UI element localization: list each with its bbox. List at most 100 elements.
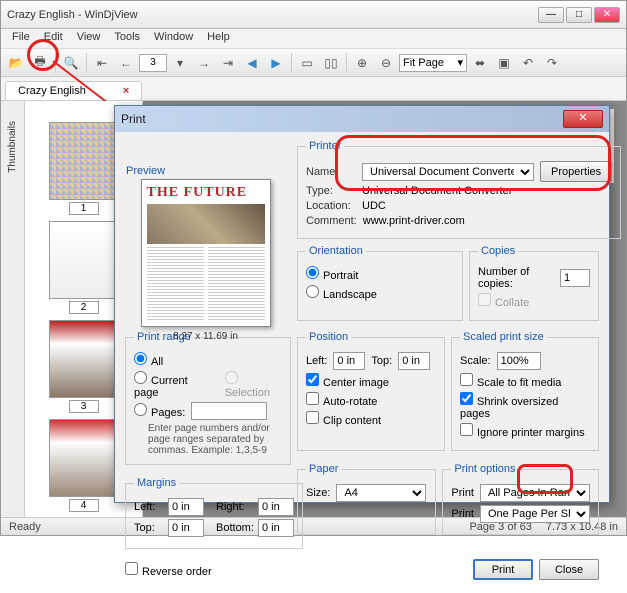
properties-button[interactable]: Properties <box>540 161 612 182</box>
separator <box>291 53 292 73</box>
margin-right-label: Right: <box>216 501 252 513</box>
scale-input[interactable] <box>497 352 541 370</box>
tab-close-icon[interactable]: × <box>123 85 129 97</box>
printer-comment-value: www.print-driver.com <box>363 215 465 227</box>
thumbnail-2[interactable] <box>49 221 119 299</box>
nav-back-icon[interactable]: ◀ <box>241 52 263 74</box>
zoom-value: Fit Page <box>403 57 444 69</box>
menu-window[interactable]: Window <box>147 29 200 48</box>
position-legend: Position <box>306 331 351 343</box>
collate-checkbox[interactable]: Collate <box>478 293 529 309</box>
printer-name-select[interactable]: Universal Document Converter <box>362 163 534 181</box>
menu-file[interactable]: File <box>5 29 37 48</box>
fit-page-icon[interactable]: ▣ <box>493 52 515 74</box>
thumbnail-4[interactable] <box>49 419 119 497</box>
printer-location-value: UDC <box>362 200 386 212</box>
thumb-num-2: 2 <box>69 301 99 314</box>
popt-legend: Print options <box>451 463 518 475</box>
print-which-select[interactable]: All Pages In Range <box>480 484 590 502</box>
scaled-legend: Scaled print size <box>460 331 547 343</box>
window-titlebar: Crazy English - WinDjView — □ ✕ <box>1 1 626 29</box>
maximize-button[interactable]: □ <box>566 7 592 23</box>
thumbnail-3[interactable] <box>49 320 119 398</box>
printer-location-label: Location: <box>306 200 356 212</box>
reverse-order-checkbox[interactable]: Reverse order <box>125 562 212 578</box>
window-close-button[interactable]: ✕ <box>594 7 620 23</box>
fit-width-icon[interactable]: ⬌ <box>469 52 491 74</box>
open-icon[interactable]: 📂 <box>5 52 27 74</box>
copies-group: Copies Number of copies: Collate <box>469 245 599 321</box>
dropdown-icon[interactable]: ▾ <box>169 52 191 74</box>
menu-edit[interactable]: Edit <box>37 29 70 48</box>
margin-bottom-input[interactable] <box>258 519 294 537</box>
printer-type-label: Type: <box>306 185 356 197</box>
range-pages-radio[interactable]: Pages: <box>134 403 185 419</box>
margin-top-input[interactable] <box>168 519 204 537</box>
separator <box>55 53 56 73</box>
last-page-icon[interactable]: ⇥ <box>217 52 239 74</box>
layout-cont-icon[interactable]: ▭ <box>296 52 318 74</box>
range-current-radio[interactable]: Current page <box>134 371 209 399</box>
thumb-num-1: 1 <box>69 202 99 215</box>
layout-facing-icon[interactable]: ▯▯ <box>320 52 342 74</box>
printer-group: Printer Name: Universal Document Convert… <box>297 140 621 239</box>
print-button[interactable]: Print <box>473 559 533 580</box>
dialog-title: Print <box>121 112 563 126</box>
scaled-size-group: Scaled print size Scale: Scale to fit me… <box>451 331 599 451</box>
range-hint: Enter page numbers and/or page ranges se… <box>148 423 282 456</box>
thumbnails-sidebar[interactable]: Thumbnails <box>1 101 25 517</box>
range-selection-radio[interactable]: Selection <box>225 371 282 399</box>
popt2-label: Print <box>451 508 474 520</box>
auto-rotate-checkbox[interactable]: Auto-rotate <box>306 392 377 408</box>
menu-view[interactable]: View <box>70 29 108 48</box>
preview-dimensions: 8.27 x 11.69 in <box>123 331 288 342</box>
thumb-num-4: 4 <box>69 499 99 512</box>
close-button[interactable]: Close <box>539 559 599 580</box>
paper-group: Paper Size:A4 <box>297 463 436 535</box>
prev-page-icon[interactable]: ← <box>115 52 137 74</box>
pos-left-input[interactable] <box>333 352 365 370</box>
first-page-icon[interactable]: ⇤ <box>91 52 113 74</box>
margin-left-input[interactable] <box>168 498 204 516</box>
scale-fit-checkbox[interactable]: Scale to fit media <box>460 373 561 389</box>
next-page-icon[interactable]: → <box>193 52 215 74</box>
print-layout-select[interactable]: One Page Per Sheet <box>480 505 590 523</box>
rotate-right-icon[interactable]: ↷ <box>541 52 563 74</box>
copies-input[interactable] <box>560 269 590 287</box>
zoom-select[interactable]: Fit Page▾ <box>399 54 467 72</box>
menu-help[interactable]: Help <box>200 29 237 48</box>
nav-fwd-icon[interactable]: ▶ <box>265 52 287 74</box>
dialog-close-button[interactable]: ✕ <box>563 110 603 128</box>
margin-bottom-label: Bottom: <box>216 522 252 534</box>
clip-content-checkbox[interactable]: Clip content <box>306 411 381 427</box>
range-all-radio[interactable]: All <box>134 352 163 368</box>
pos-top-input[interactable] <box>398 352 430 370</box>
minimize-button[interactable]: — <box>538 7 564 23</box>
ignore-margins-checkbox[interactable]: Ignore printer margins <box>460 423 585 439</box>
preview-legend: Preview <box>123 165 288 177</box>
page-number-input[interactable] <box>139 54 167 72</box>
center-image-checkbox[interactable]: Center image <box>306 373 389 389</box>
zoom-in-icon[interactable]: ⊕ <box>351 52 373 74</box>
range-pages-input[interactable] <box>191 402 267 420</box>
margin-right-input[interactable] <box>258 498 294 516</box>
find-icon[interactable]: 🔍 <box>60 52 82 74</box>
scale-label: Scale: <box>460 355 491 367</box>
status-ready: Ready <box>9 521 41 533</box>
landscape-radio[interactable]: Landscape <box>306 285 377 301</box>
thumbnail-1[interactable] <box>49 122 119 200</box>
dialog-titlebar[interactable]: Print ✕ <box>115 106 609 132</box>
margin-left-label: Left: <box>134 501 162 513</box>
menu-tools[interactable]: Tools <box>107 29 147 48</box>
separator <box>86 53 87 73</box>
print-icon[interactable]: 🖶 <box>29 52 51 74</box>
paper-size-select[interactable]: A4 <box>336 484 426 502</box>
menubar: File Edit View Tools Window Help <box>1 29 626 49</box>
position-group: Position Left:Top: Center image Auto-rot… <box>297 331 445 451</box>
shrink-checkbox[interactable]: Shrink oversized pages <box>460 392 590 420</box>
portrait-radio[interactable]: Portrait <box>306 266 358 282</box>
document-tab[interactable]: Crazy English × <box>5 81 142 100</box>
zoom-out-icon[interactable]: ⊖ <box>375 52 397 74</box>
popt1-label: Print <box>451 487 474 499</box>
rotate-left-icon[interactable]: ↶ <box>517 52 539 74</box>
